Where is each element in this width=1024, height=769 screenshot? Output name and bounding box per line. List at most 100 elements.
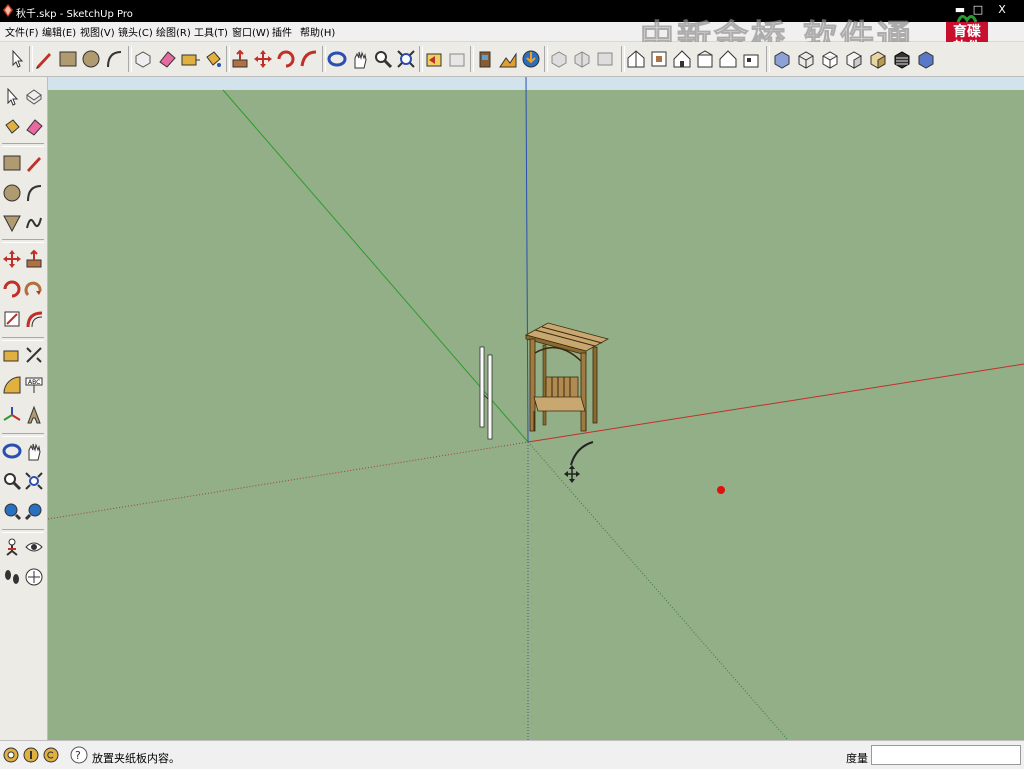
menu-plugins[interactable]: 插件	[272, 24, 292, 39]
top-view-icon[interactable]	[648, 48, 670, 70]
copyright-icon[interactable]	[43, 747, 59, 763]
zoom-icon[interactable]	[2, 471, 22, 491]
look-around-icon[interactable]	[24, 537, 44, 557]
xray-style-icon[interactable]	[771, 48, 793, 70]
front-view-icon[interactable]	[671, 48, 693, 70]
move-cursor	[564, 441, 594, 483]
hidden-line-style-icon[interactable]	[819, 48, 841, 70]
pan-icon[interactable]	[24, 441, 44, 461]
orbit-icon[interactable]	[326, 48, 348, 70]
menu-file[interactable]: 文件(F)	[5, 24, 39, 39]
push-pull-icon[interactable]	[229, 48, 251, 70]
textured-style-icon[interactable]	[867, 48, 889, 70]
window-title: 秋千.skp - SketchUp Pro	[16, 9, 133, 20]
position-camera-icon[interactable]	[2, 537, 22, 557]
share-model-icon[interactable]	[548, 48, 570, 70]
left-view-icon[interactable]	[740, 48, 762, 70]
move-icon[interactable]	[2, 249, 22, 269]
select-icon[interactable]	[2, 87, 22, 107]
walk-icon[interactable]	[2, 567, 22, 587]
follow-me-icon[interactable]	[24, 279, 44, 299]
zoom-extents-icon[interactable]	[24, 501, 44, 521]
right-view-icon[interactable]	[694, 48, 716, 70]
circle-icon[interactable]	[80, 48, 102, 70]
tape-measure-icon[interactable]	[2, 345, 22, 365]
main-toolbar	[0, 42, 1024, 77]
paint-bucket-icon[interactable]	[2, 117, 22, 137]
red-axis-line	[527, 363, 1024, 443]
previous-view-icon[interactable]	[423, 48, 445, 70]
menu-tools[interactable]: 工具(T)	[194, 24, 228, 39]
orbit-icon[interactable]	[2, 441, 22, 461]
menu-help[interactable]: 帮助(H)	[300, 24, 335, 39]
status-message: 放置夹纸板内容。	[92, 752, 180, 765]
text-icon[interactable]: ABC	[24, 375, 44, 395]
select-icon[interactable]	[6, 48, 28, 70]
add-location-icon[interactable]	[474, 48, 496, 70]
rotate-icon[interactable]	[2, 279, 22, 299]
line-icon[interactable]	[24, 153, 44, 173]
eraser-icon[interactable]	[156, 48, 178, 70]
section-plane-icon[interactable]	[24, 567, 44, 587]
xray-toggle-icon[interactable]	[915, 48, 937, 70]
swing-model[interactable]	[524, 322, 610, 432]
close-button[interactable]: X	[992, 2, 1012, 18]
zoom-window-icon[interactable]	[24, 471, 44, 491]
polygon-icon[interactable]	[2, 213, 22, 233]
menu-camera[interactable]: 镜头(C)	[118, 24, 153, 39]
sketchup-app-icon	[3, 4, 13, 17]
tape-measure-icon[interactable]	[179, 48, 201, 70]
svg-text:ABC: ABC	[28, 379, 40, 386]
previous-view-icon[interactable]	[2, 501, 22, 521]
scale-icon[interactable]	[2, 309, 22, 329]
axes-icon[interactable]	[2, 405, 22, 425]
move-icon[interactable]	[252, 48, 274, 70]
next-view-icon[interactable]	[446, 48, 468, 70]
3d-text-icon[interactable]	[24, 405, 44, 425]
arc-icon[interactable]	[103, 48, 125, 70]
status-bar: ? 放置夹纸板内容。 度量	[0, 740, 1024, 769]
monochrome-style-icon[interactable]	[891, 48, 913, 70]
iso-view-icon[interactable]	[625, 48, 647, 70]
freehand-icon[interactable]	[24, 213, 44, 233]
measurements-input[interactable]	[871, 745, 1021, 765]
menu-view[interactable]: 视图(V)	[80, 24, 115, 39]
arc-icon[interactable]	[24, 183, 44, 203]
model-viewport[interactable]	[48, 77, 1024, 740]
toggle-terrain-icon[interactable]	[497, 48, 519, 70]
make-component-icon[interactable]	[24, 87, 44, 107]
offset-icon[interactable]	[24, 309, 44, 329]
wireframe-style-icon[interactable]	[795, 48, 817, 70]
share-component-icon[interactable]	[571, 48, 593, 70]
protractor-icon[interactable]	[2, 375, 22, 395]
rotate-icon[interactable]	[275, 48, 297, 70]
scene-canvas	[48, 77, 1024, 740]
menu-window[interactable]: 窗口(W)	[232, 24, 270, 39]
follow-me-icon[interactable]	[298, 48, 320, 70]
back-view-icon[interactable]	[717, 48, 739, 70]
rectangle-icon[interactable]	[57, 48, 79, 70]
menu-bar: 文件(F) 编辑(E) 视图(V) 镜头(C) 绘图(R) 工具(T) 窗口(W…	[0, 22, 1024, 42]
svg-text:?: ?	[75, 749, 81, 762]
help-icon[interactable]: ?	[70, 746, 88, 764]
get-models-icon[interactable]	[520, 48, 542, 70]
eraser-icon[interactable]	[24, 117, 44, 137]
credits-icon[interactable]	[23, 747, 39, 763]
red-axis-dotted	[48, 441, 529, 520]
dimension-icon[interactable]	[24, 345, 44, 365]
pencil-icon[interactable]	[33, 48, 55, 70]
circle-icon[interactable]	[2, 183, 22, 203]
menu-edit[interactable]: 编辑(E)	[42, 24, 76, 39]
push-pull-icon[interactable]	[24, 249, 44, 269]
rectangle-icon[interactable]	[2, 153, 22, 173]
menu-draw[interactable]: 绘图(R)	[156, 24, 191, 39]
zoom-icon[interactable]	[372, 48, 394, 70]
zoom-extents-icon[interactable]	[395, 48, 417, 70]
shaded-style-icon[interactable]	[843, 48, 865, 70]
make-component-icon[interactable]	[132, 48, 154, 70]
left-toolbar: ABC	[0, 77, 48, 740]
get-photo-texture-icon[interactable]	[594, 48, 616, 70]
paint-bucket-icon[interactable]	[202, 48, 224, 70]
geo-location-icon[interactable]	[3, 747, 19, 763]
pan-icon[interactable]	[349, 48, 371, 70]
